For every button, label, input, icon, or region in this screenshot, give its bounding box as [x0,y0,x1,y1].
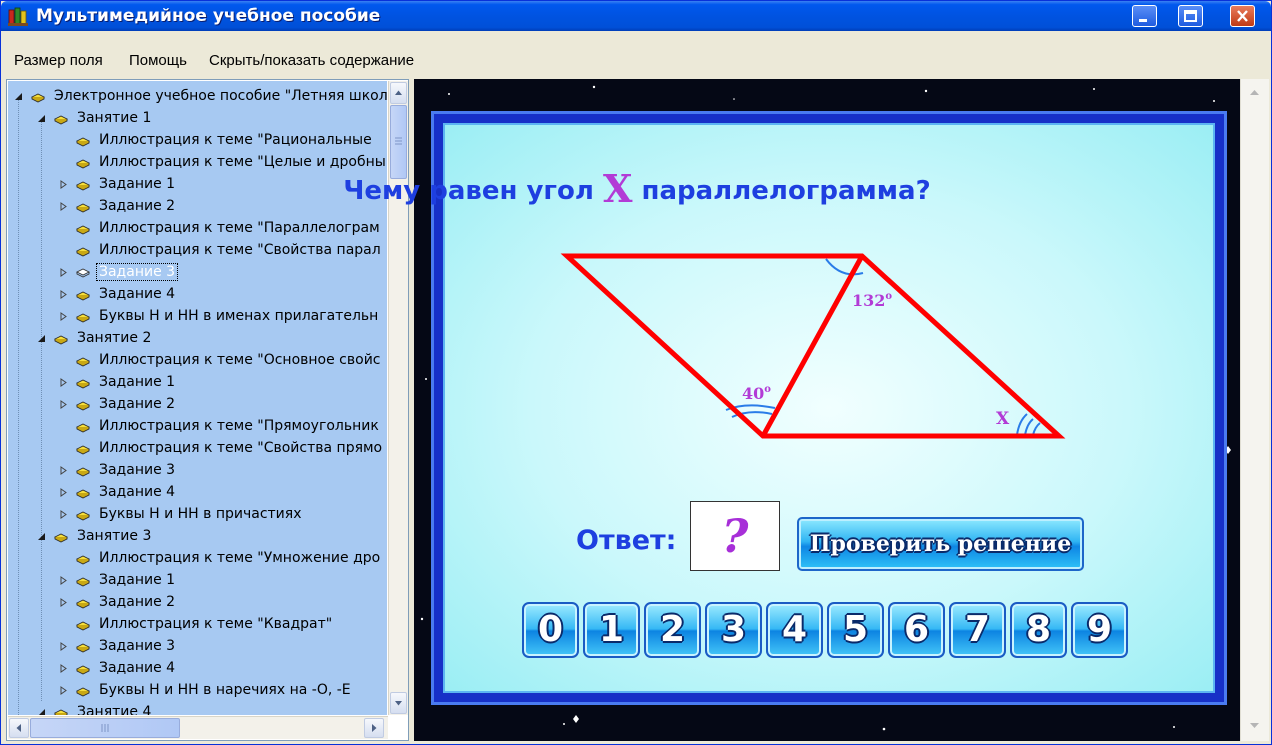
digit-button-1[interactable]: 1 [583,602,640,658]
digit-button-2[interactable]: 2 [644,602,701,658]
answer-label: Ответ: [576,525,677,556]
digit-label: 7 [964,609,991,650]
check-solution-button[interactable]: Проверить решение [797,517,1084,571]
digit-label: 0 [537,609,564,650]
digit-label: 9 [1086,609,1113,650]
parallelogram-diagonal [760,254,865,438]
angle-132-label: 132o [852,291,893,310]
digit-button-7[interactable]: 7 [949,602,1006,658]
angle-arc-x-3 [1032,422,1041,436]
digit-button-5[interactable]: 5 [827,602,884,658]
angle-x-label: X [996,409,1010,429]
digit-label: 5 [842,609,869,650]
digit-button-6[interactable]: 6 [888,602,945,658]
angle-40-label: 40o [742,384,771,403]
digit-label: 6 [903,609,930,650]
digit-button-0[interactable]: 0 [522,602,579,658]
answer-field[interactable]: ? [690,501,780,571]
answer-value: ? [721,509,749,563]
app-window: Мультимедийное учебное пособие Размер по… [0,0,1272,745]
digit-label: 1 [598,609,625,650]
angle-arc-x-2 [1024,418,1034,436]
digit-label: 3 [720,609,747,650]
digit-label: 2 [659,609,686,650]
check-solution-label: Проверить решение [809,531,1072,557]
digit-button-8[interactable]: 8 [1010,602,1067,658]
digit-button-4[interactable]: 4 [766,602,823,658]
digit-label: 8 [1025,609,1052,650]
digit-button-9[interactable]: 9 [1071,602,1128,658]
digit-label: 4 [781,609,808,650]
digit-button-3[interactable]: 3 [705,602,762,658]
